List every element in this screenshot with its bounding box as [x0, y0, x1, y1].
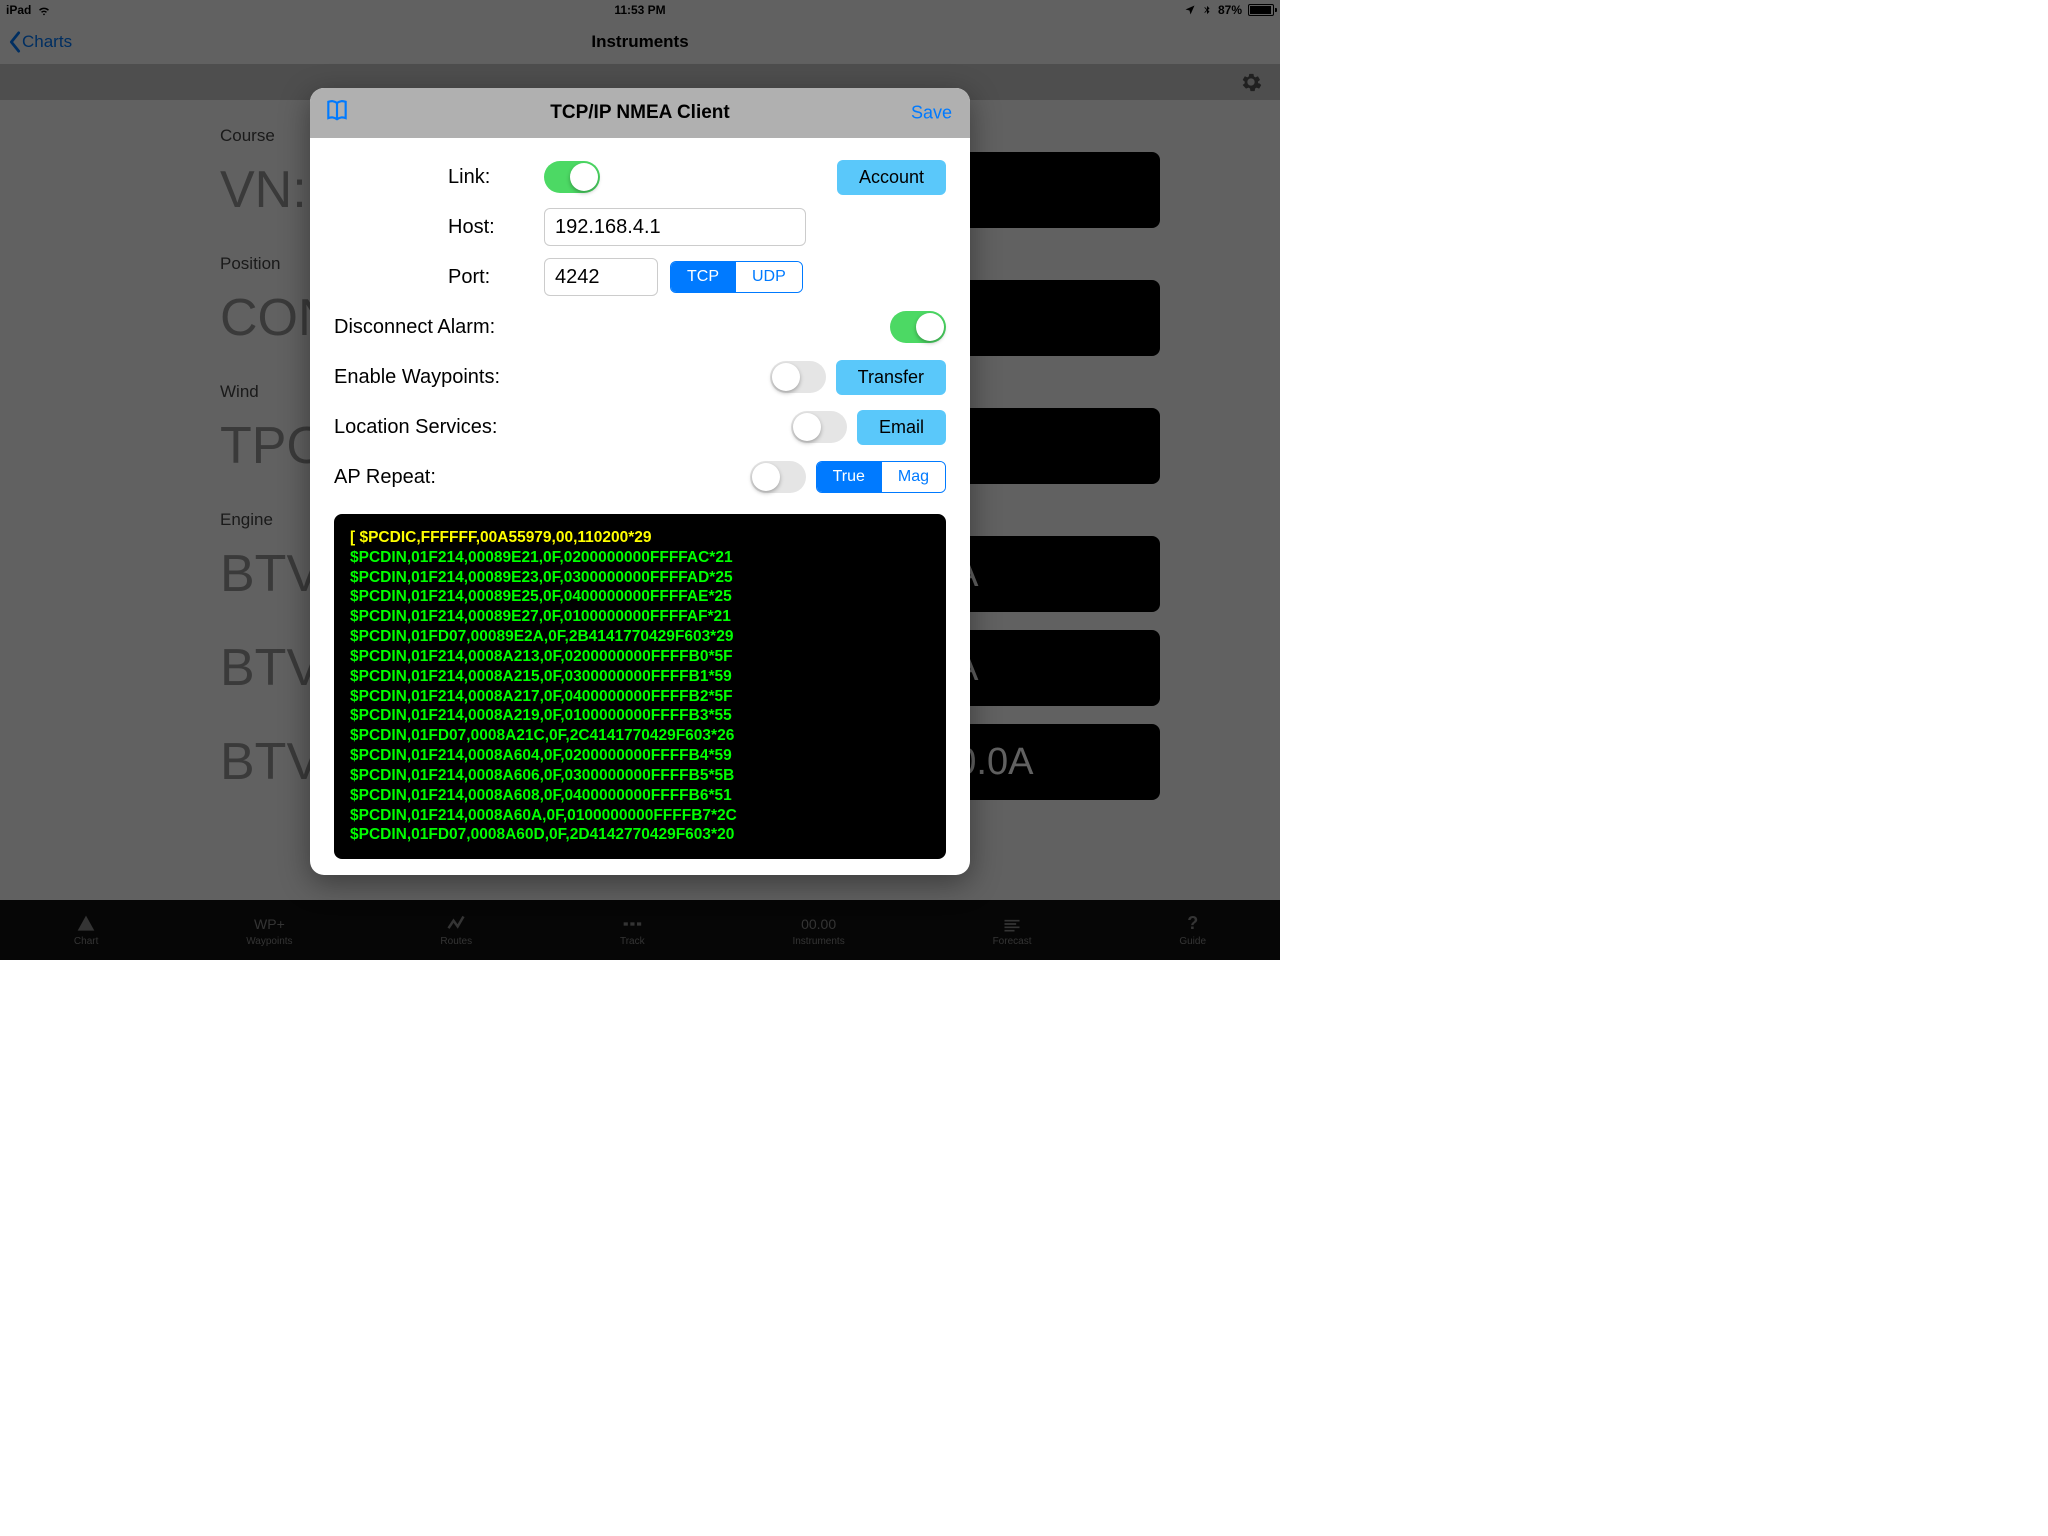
terminal-line: $PCDIN,01F214,0008A608,0F,0400000000FFFF… [350, 786, 930, 806]
port-input[interactable] [544, 258, 658, 296]
account-button[interactable]: Account [837, 160, 946, 195]
terminal-line: $PCDIN,01F214,0008A215,0F,0300000000FFFF… [350, 667, 930, 687]
disconnect-alarm-switch[interactable] [890, 311, 946, 343]
terminal-line: $PCDIN,01F214,0008A219,0F,0100000000FFFF… [350, 706, 930, 726]
terminal-line: $PCDIN,01F214,0008A213,0F,0200000000FFFF… [350, 647, 930, 667]
location-services-label: Location Services: [334, 416, 791, 439]
location-services-switch[interactable] [791, 411, 847, 443]
protocol-tcp[interactable]: TCP [671, 262, 735, 292]
terminal-line: $PCDIN,01F214,00089E25,0F,0400000000FFFF… [350, 587, 930, 607]
terminal-line: $PCDIN,01F214,0008A604,0F,0200000000FFFF… [350, 746, 930, 766]
ap-repeat-switch[interactable] [750, 461, 806, 493]
protocol-segment: TCP UDP [670, 261, 803, 293]
link-switch[interactable] [544, 161, 600, 193]
host-input[interactable] [544, 208, 806, 246]
modal-title: TCP/IP NMEA Client [550, 102, 729, 124]
terminal-line: $PCDIN,01F214,00089E21,0F,0200000000FFFF… [350, 548, 930, 568]
protocol-udp[interactable]: UDP [735, 262, 802, 292]
enable-waypoints-label: Enable Waypoints: [334, 366, 770, 389]
ap-repeat-label: AP Repeat: [334, 466, 750, 489]
disconnect-alarm-label: Disconnect Alarm: [334, 316, 890, 339]
terminal-line: [ $PCDIC,FFFFFF,00A55979,00,110200*29 [350, 528, 930, 548]
terminal-line: $PCDIN,01F214,0008A217,0F,0400000000FFFF… [350, 687, 930, 707]
terminal-line: $PCDIN,01FD07,00089E2A,0F,2B4141770429F6… [350, 627, 930, 647]
terminal-line: $PCDIN,01FD07,0008A60D,0F,2D4142770429F6… [350, 825, 930, 845]
terminal-line: $PCDIN,01F214,00089E23,0F,0300000000FFFF… [350, 568, 930, 588]
help-bookmark-button[interactable] [324, 98, 350, 129]
nmea-client-modal: TCP/IP NMEA Client Save Link: Account Ho… [310, 88, 970, 875]
heading-mag[interactable]: Mag [881, 462, 945, 492]
port-label: Port: [334, 266, 544, 289]
terminal-line: $PCDIN,01F214,0008A60A,0F,0100000000FFFF… [350, 806, 930, 826]
terminal-line: $PCDIN,01F214,00089E27,0F,0100000000FFFF… [350, 607, 930, 627]
terminal-line: $PCDIN,01FD07,0008A21C,0F,2C4141770429F6… [350, 726, 930, 746]
transfer-button[interactable]: Transfer [836, 360, 946, 395]
heading-segment: True Mag [816, 461, 946, 493]
terminal-line: $PCDIN,01F214,0008A606,0F,0300000000FFFF… [350, 766, 930, 786]
heading-true[interactable]: True [817, 462, 881, 492]
save-button[interactable]: Save [911, 103, 952, 124]
email-button[interactable]: Email [857, 410, 946, 445]
book-icon [324, 98, 350, 124]
host-label: Host: [334, 216, 544, 239]
modal-header: TCP/IP NMEA Client Save [310, 88, 970, 138]
nmea-terminal: [ $PCDIC,FFFFFF,00A55979,00,110200*29$PC… [334, 514, 946, 859]
link-label: Link: [334, 166, 544, 189]
enable-waypoints-switch[interactable] [770, 361, 826, 393]
